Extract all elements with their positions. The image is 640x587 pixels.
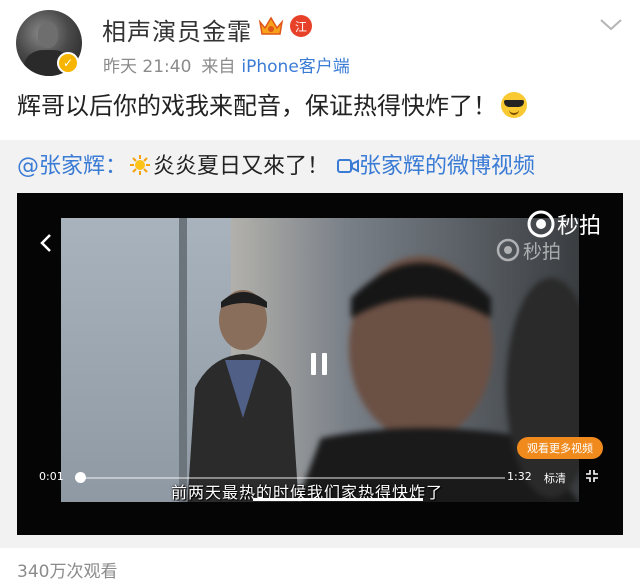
subtitle-underline	[253, 498, 423, 501]
miaopai-watermark-text: 秒拍	[523, 241, 561, 263]
source-prefix: 来自	[201, 57, 236, 77]
miaopai-watermark: 秒拍	[495, 235, 581, 265]
scene-figure-front	[297, 256, 579, 502]
sun-icon	[130, 155, 151, 175]
pause-bar-right	[322, 353, 327, 375]
more-videos-button[interactable]: 观看更多视频	[517, 437, 603, 459]
mention-link[interactable]: @张家辉	[17, 154, 105, 179]
vip-crown-icon[interactable]	[258, 14, 284, 38]
total-time: 1:32	[507, 470, 532, 483]
quality-button[interactable]: 标清	[544, 470, 566, 486]
pause-bar-left	[311, 353, 316, 375]
post-meta: 昨天 21:40 来自 iPhone客户端	[103, 52, 350, 77]
view-count: 340万次观看	[17, 562, 118, 582]
fullscreen-icon[interactable]	[585, 469, 599, 483]
post-time: 昨天 21:40	[103, 57, 192, 77]
pause-icon[interactable]	[311, 353, 329, 375]
video-link[interactable]: 张家辉的微博视频	[359, 154, 535, 179]
repost-text: @张家辉： 炎炎夏日又來了！ 张家辉的微博视频	[17, 154, 535, 180]
current-time: 0:01	[39, 470, 64, 483]
progress-knob[interactable]	[75, 472, 86, 483]
chevron-down-icon[interactable]	[598, 16, 624, 34]
post-body: 辉哥以后你的戏我来配音，保证热得快炸了！	[17, 92, 497, 120]
repost-card[interactable]: @张家辉： 炎炎夏日又來了！ 张家辉的微博视频 秒拍 秒拍 观看更多视频 0:0…	[0, 140, 640, 548]
video-link-icon	[337, 159, 360, 173]
repost-body: 炎炎夏日又來了！	[153, 154, 330, 179]
device-link[interactable]: iPhone客户端	[241, 57, 349, 77]
avatar-face	[38, 22, 58, 48]
username[interactable]: 相声演员金霏	[102, 12, 252, 47]
miaopai-watermark-icon: 秒拍	[496, 238, 561, 263]
video-player[interactable]: 秒拍 秒拍 观看更多视频 0:01 1:32 标清 前两天最热的时候我们家热得快…	[17, 193, 623, 535]
sunglasses-emoji	[501, 92, 527, 118]
mention-colon: ：	[105, 154, 128, 179]
post-text: 辉哥以后你的戏我来配音，保证热得快炸了！	[17, 92, 527, 120]
scene-figure-back	[187, 290, 299, 502]
province-badge: 江	[290, 15, 312, 37]
verified-icon: ✓	[57, 52, 79, 74]
back-arrow-icon[interactable]	[39, 233, 53, 253]
